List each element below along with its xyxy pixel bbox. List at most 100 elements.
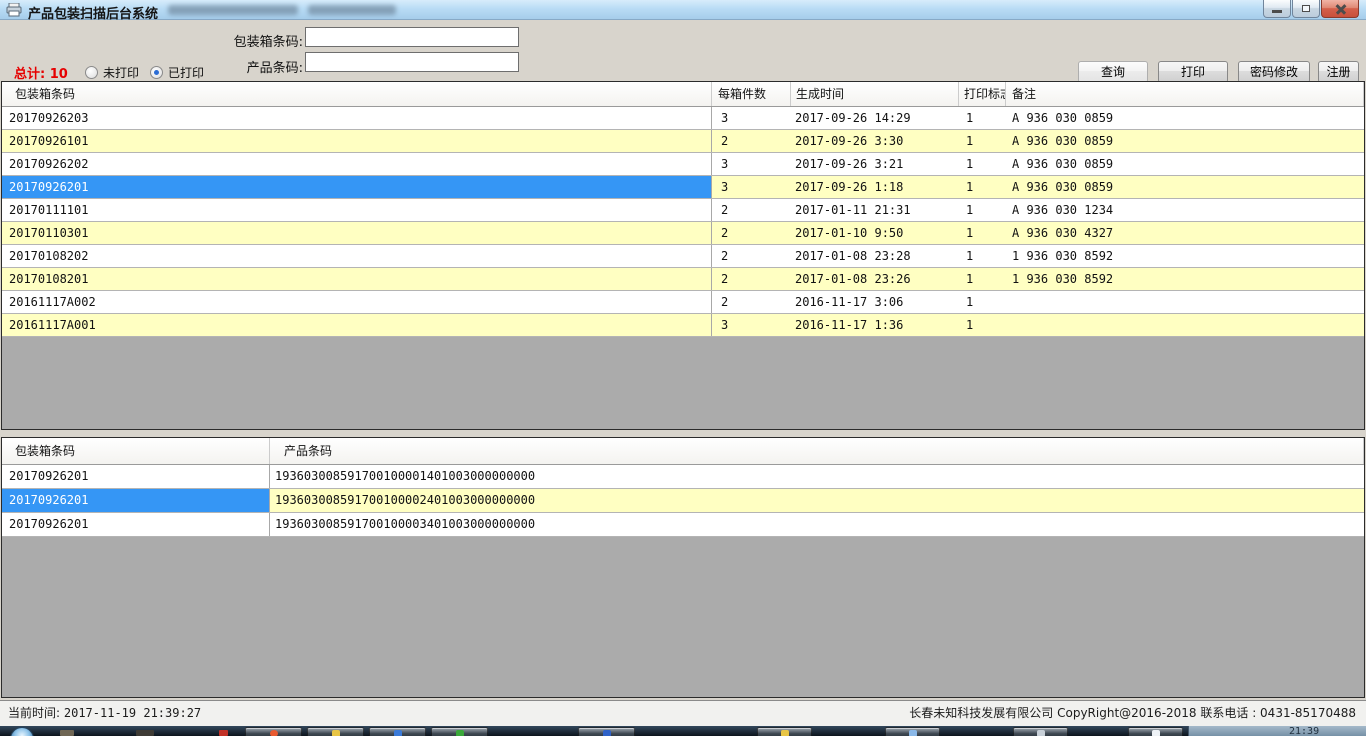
box-barcode-input[interactable]	[305, 27, 519, 47]
column-header-qty-per-box[interactable]: 每箱件数	[712, 82, 791, 106]
cell-note: A 936 030 0859	[1006, 176, 1364, 198]
column-header-product-barcode[interactable]: 产品条码	[270, 438, 1364, 464]
cell-time: 2017-01-10 9:50	[791, 222, 959, 244]
cell-box-barcode: 20170926203	[2, 107, 712, 129]
taskbar-button[interactable]	[431, 727, 488, 736]
table-row[interactable]: 20161117A002 2 2016-11-17 3:06 1	[2, 291, 1364, 314]
cell-flag: 1	[959, 199, 1006, 221]
cell-box-barcode: 20161117A002	[2, 291, 712, 313]
taskbar-button[interactable]	[578, 727, 635, 736]
cell-qty: 2	[712, 291, 791, 313]
cell-qty: 3	[712, 153, 791, 175]
table-row[interactable]: 20170926202 3 2017-09-26 3:21 1 A 936 03…	[2, 153, 1364, 176]
product-barcode-input[interactable]	[305, 52, 519, 72]
start-button[interactable]	[10, 727, 34, 736]
taskbar-button[interactable]	[757, 727, 812, 736]
cell-time: 2017-01-08 23:28	[791, 245, 959, 267]
cell-flag: 1	[959, 222, 1006, 244]
table-row[interactable]: 20170926203 3 2017-09-26 14:29 1 A 936 0…	[2, 107, 1364, 130]
current-time-label: 当前时间:	[8, 706, 60, 720]
table-row[interactable]: 20170926201 1936030085917001000034010030…	[2, 513, 1364, 537]
radio-printed-label: 已打印	[168, 64, 204, 81]
cell-box-barcode: 20170111101	[2, 199, 712, 221]
current-time-text: 当前时间: 2017-11-19 21:39:27	[8, 701, 201, 726]
table-row[interactable]: 20170926201 1936030085917001000014010030…	[2, 465, 1364, 489]
printer-icon	[6, 3, 22, 17]
taskbar-button[interactable]	[307, 727, 364, 736]
table-row[interactable]: 20161117A001 3 2016-11-17 1:36 1	[2, 314, 1364, 337]
cell-box-barcode: 20170926201	[2, 513, 270, 536]
cell-flag: 1	[959, 130, 1006, 152]
cell-time: 2017-09-26 3:30	[791, 130, 959, 152]
register-button[interactable]: 注册	[1318, 61, 1359, 83]
table-row-selected[interactable]: 20170926201 3 2017-09-26 1:18 1 A 936 03…	[2, 176, 1364, 199]
app-icon	[1152, 730, 1160, 736]
column-header-note[interactable]: 备注	[1006, 82, 1364, 106]
table-row[interactable]: 20170111101 2 2017-01-11 21:31 1 A 936 0…	[2, 199, 1364, 222]
copyright-text: 长春未知科技发展有限公司 CopyRight@2016-2018 联系电话 : …	[909, 701, 1356, 726]
table-row[interactable]: 20170108201 2 2017-01-08 23:26 1 1 936 0…	[2, 268, 1364, 291]
cell-box-barcode: 20170926202	[2, 153, 712, 175]
column-header-box-barcode[interactable]: 包装箱条码	[2, 82, 712, 106]
product-table-header: 包装箱条码 产品条码	[2, 438, 1364, 465]
cell-qty: 3	[712, 107, 791, 129]
change-password-button[interactable]: 密码修改	[1238, 61, 1310, 83]
product-table: 包装箱条码 产品条码 20170926201 19360300859170010…	[1, 437, 1365, 698]
pinned-app-icon[interactable]	[60, 730, 74, 736]
system-tray[interactable]: 21:39	[1188, 726, 1366, 736]
toolbar: 总计: 10 未打印 已打印 包装箱条码: 产品条码: 查询 打印 密码修改 注…	[0, 20, 1366, 81]
box-table: 包装箱条码 每箱件数 生成时间 打印标志 备注 20170926203 3 20…	[1, 81, 1365, 430]
radio-not-printed[interactable]: 未打印	[85, 64, 139, 81]
status-bar: 当前时间: 2017-11-19 21:39:27 长春未知科技发展有限公司 C…	[0, 700, 1366, 726]
cell-qty: 2	[712, 245, 791, 267]
taskbar-button[interactable]	[245, 727, 302, 736]
current-time-value: 2017-11-19 21:39:27	[64, 706, 201, 720]
cell-note: 1 936 030 8592	[1006, 268, 1364, 290]
taskbar: 21:39	[0, 726, 1366, 736]
minimize-icon	[1272, 10, 1282, 13]
restore-button[interactable]	[1292, 0, 1320, 18]
table-row[interactable]: 20170110301 2 2017-01-10 9:50 1 A 936 03…	[2, 222, 1364, 245]
query-button[interactable]: 查询	[1078, 61, 1148, 83]
radio-checked-icon	[150, 66, 163, 79]
cell-box-barcode: 20170108202	[2, 245, 712, 267]
tray-clock: 21:39	[1289, 726, 1319, 736]
taskbar-button[interactable]	[1013, 727, 1068, 736]
cell-product-barcode: 193603008591700100001401003000000000	[270, 465, 1364, 488]
pinned-app-icon[interactable]	[219, 730, 228, 736]
app-icon	[332, 730, 340, 736]
table-row[interactable]: 20170108202 2 2017-01-08 23:28 1 1 936 0…	[2, 245, 1364, 268]
pinned-app-icon[interactable]	[136, 730, 154, 736]
cell-flag: 1	[959, 107, 1006, 129]
titlebar: 产品包装扫描后台系统	[0, 0, 1366, 20]
app-icon	[1037, 730, 1045, 736]
cell-note: A 936 030 1234	[1006, 199, 1364, 221]
column-header-print-flag[interactable]: 打印标志	[959, 82, 1006, 106]
print-button[interactable]: 打印	[1158, 61, 1228, 83]
cell-note: 1 936 030 8592	[1006, 245, 1364, 267]
column-header-created-time[interactable]: 生成时间	[791, 82, 959, 106]
radio-printed[interactable]: 已打印	[150, 64, 204, 81]
cell-box-barcode: 20161117A001	[2, 314, 712, 336]
taskbar-button[interactable]	[369, 727, 426, 736]
taskbar-button[interactable]	[1128, 727, 1183, 736]
close-icon	[1335, 4, 1347, 14]
window-controls	[1263, 0, 1359, 18]
taskbar-button[interactable]	[885, 727, 940, 736]
box-table-header: 包装箱条码 每箱件数 生成时间 打印标志 备注	[2, 82, 1364, 107]
title-watermark-blurred	[168, 5, 298, 15]
cell-note: A 936 030 0859	[1006, 107, 1364, 129]
cell-product-barcode: 193603008591700100003401003000000000	[270, 513, 1364, 536]
cell-time: 2017-01-08 23:26	[791, 268, 959, 290]
column-header-box-barcode[interactable]: 包装箱条码	[2, 438, 270, 464]
cell-qty: 2	[712, 268, 791, 290]
cell-flag: 1	[959, 153, 1006, 175]
close-button[interactable]	[1321, 0, 1359, 18]
minimize-button[interactable]	[1263, 0, 1291, 18]
app-icon	[909, 730, 917, 736]
cell-note	[1006, 291, 1364, 313]
table-row[interactable]: 20170926101 2 2017-09-26 3:30 1 A 936 03…	[2, 130, 1364, 153]
app-icon	[456, 730, 464, 736]
table-row-selected[interactable]: 20170926201 1936030085917001000024010030…	[2, 489, 1364, 513]
cell-time: 2016-11-17 3:06	[791, 291, 959, 313]
